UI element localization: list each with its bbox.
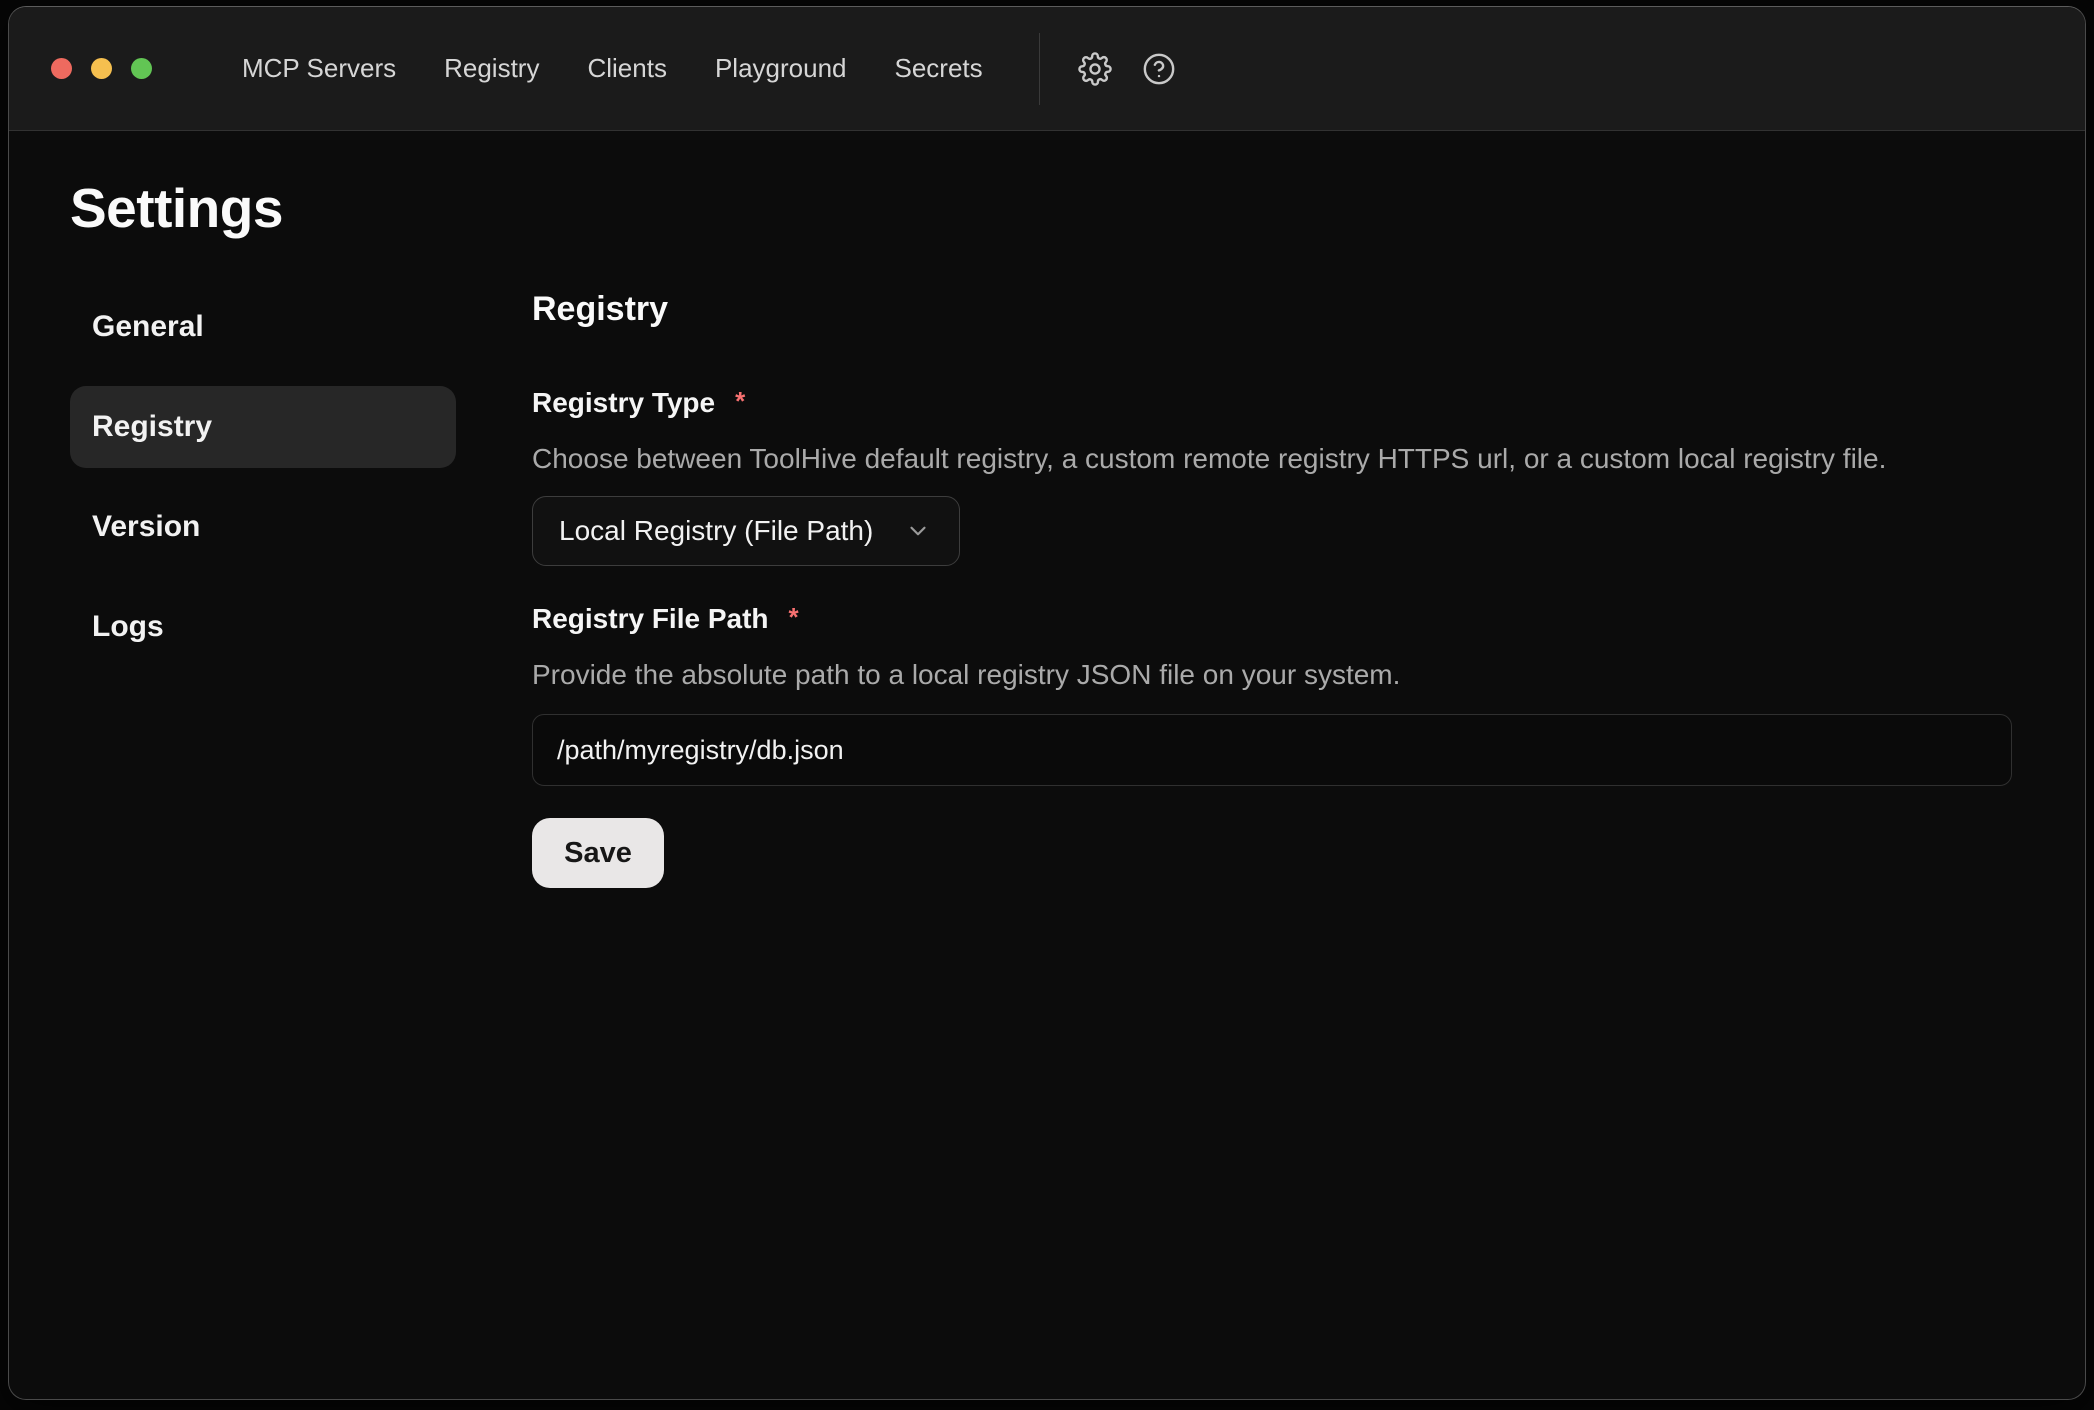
- field-label-text: Registry Type: [532, 386, 715, 420]
- app-window: MCP Servers Registry Clients Playground …: [8, 6, 2086, 1400]
- sidebar-item-registry[interactable]: Registry: [70, 386, 456, 468]
- sidebar-item-label: Logs: [92, 610, 164, 644]
- required-asterisk: *: [735, 384, 745, 418]
- top-nav: MCP Servers Registry Clients Playground …: [242, 53, 983, 84]
- sidebar-item-logs[interactable]: Logs: [70, 586, 456, 668]
- nav-registry[interactable]: Registry: [444, 53, 539, 84]
- sidebar-item-version[interactable]: Version: [70, 486, 456, 568]
- nav-playground[interactable]: Playground: [715, 53, 847, 84]
- registry-file-path-description: Provide the absolute path to a local reg…: [532, 658, 2015, 692]
- registry-type-label: Registry Type *: [532, 386, 2015, 420]
- field-label-text: Registry File Path: [532, 602, 769, 636]
- registry-type-field: Registry Type * Choose between ToolHive …: [532, 386, 2015, 566]
- nav-secrets[interactable]: Secrets: [895, 53, 983, 84]
- sidebar-item-general[interactable]: General: [70, 286, 456, 368]
- sidebar-item-label: General: [92, 310, 204, 344]
- minimize-window-button[interactable]: [91, 58, 112, 79]
- gear-icon[interactable]: [1078, 52, 1112, 86]
- registry-file-path-label: Registry File Path *: [532, 602, 2015, 636]
- sidebar-item-label: Version: [92, 510, 200, 544]
- titlebar-icons: [1078, 52, 1176, 86]
- registry-file-path-input[interactable]: [532, 714, 2012, 786]
- registry-type-description: Choose between ToolHive default registry…: [532, 442, 2015, 476]
- nav-clients[interactable]: Clients: [587, 53, 666, 84]
- help-circle-icon[interactable]: [1142, 52, 1176, 86]
- window-controls: [51, 58, 152, 79]
- sidebar-item-label: Registry: [92, 410, 212, 444]
- zoom-window-button[interactable]: [131, 58, 152, 79]
- desktop-background: MCP Servers Registry Clients Playground …: [0, 0, 2094, 1410]
- registry-type-select[interactable]: Local Registry (File Path): [532, 496, 960, 566]
- registry-settings-panel: Registry Registry Type * Choose between …: [532, 286, 2085, 888]
- page-title: Settings: [70, 175, 2085, 241]
- chevron-down-icon: [905, 518, 931, 544]
- select-value: Local Registry (File Path): [559, 515, 873, 547]
- titlebar: MCP Servers Registry Clients Playground …: [9, 7, 2085, 131]
- registry-file-path-field: Registry File Path * Provide the absolut…: [532, 602, 2015, 786]
- required-asterisk: *: [789, 600, 799, 634]
- settings-page: Settings General Registry Version Logs: [9, 131, 2085, 888]
- nav-mcp-servers[interactable]: MCP Servers: [242, 53, 396, 84]
- titlebar-divider: [1039, 33, 1040, 105]
- save-button[interactable]: Save: [532, 818, 664, 888]
- section-title: Registry: [532, 288, 2015, 330]
- close-window-button[interactable]: [51, 58, 72, 79]
- settings-sidebar: General Registry Version Logs: [70, 286, 456, 888]
